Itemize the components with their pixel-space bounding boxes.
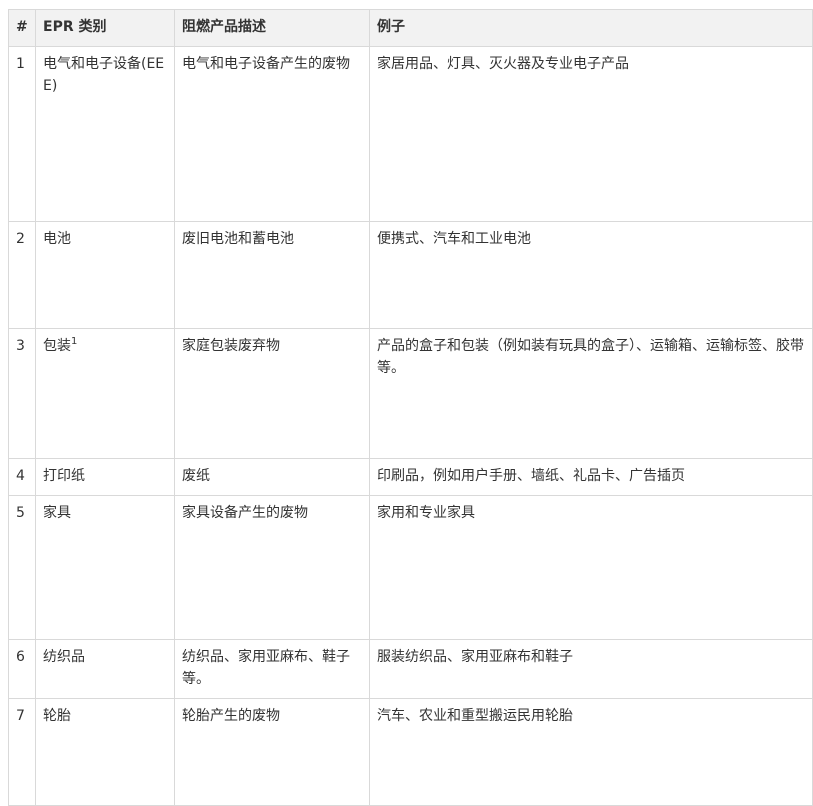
row-examples: 家用和专业家具: [369, 495, 813, 640]
row-number: 7: [8, 698, 36, 806]
table-row: 3 包装1 家庭包装废弃物 产品的盒子和包装（例如装有玩具的盒子）、运输箱、运输…: [8, 328, 813, 459]
header-epr-category: EPR 类别: [35, 9, 175, 47]
row-description: 家庭包装废弃物: [174, 328, 370, 459]
row-examples: 家居用品、灯具、灭火器及专业电子产品: [369, 46, 813, 222]
row-description: 轮胎产生的废物: [174, 698, 370, 806]
footnote-marker: 1: [71, 336, 78, 347]
row-examples: 产品的盒子和包装（例如装有玩具的盒子）、运输箱、运输标签、胶带等。: [369, 328, 813, 459]
row-examples: 汽车、农业和重型搬运民用轮胎: [369, 698, 813, 806]
row-description: 废旧电池和蓄电池: [174, 221, 370, 329]
row-category: 纺织品: [35, 639, 175, 699]
row-category: 电池: [35, 221, 175, 329]
header-examples: 例子: [369, 9, 813, 47]
row-examples: 便携式、汽车和工业电池: [369, 221, 813, 329]
row-category: 家具: [35, 495, 175, 640]
row-description: 废纸: [174, 458, 370, 496]
header-description: 阻燃产品描述: [174, 9, 370, 47]
table-row: 2 电池 废旧电池和蓄电池 便携式、汽车和工业电池: [8, 221, 813, 329]
table-row: 4 打印纸 废纸 印刷品，例如用户手册、墙纸、礼品卡、广告插页: [8, 458, 813, 496]
row-number: 6: [8, 639, 36, 699]
row-category: 电气和电子设备(EEE): [35, 46, 175, 222]
table-row: 7 轮胎 轮胎产生的废物 汽车、农业和重型搬运民用轮胎: [8, 698, 813, 806]
row-category: 包装: [43, 338, 71, 354]
row-number: 5: [8, 495, 36, 640]
row-number: 2: [8, 221, 36, 329]
row-category: 轮胎: [35, 698, 175, 806]
header-number: #: [8, 9, 36, 47]
row-category: 打印纸: [35, 458, 175, 496]
row-number: 4: [8, 458, 36, 496]
row-description: 纺织品、家用亚麻布、鞋子等。: [174, 639, 370, 699]
epr-category-table: # EPR 类别 阻燃产品描述 例子 1 电气和电子设备(EEE) 电气和电子设…: [8, 9, 813, 806]
table-row: 5 家具 家具设备产生的废物 家用和专业家具: [8, 495, 813, 640]
row-number: 3: [8, 328, 36, 459]
row-examples: 印刷品，例如用户手册、墙纸、礼品卡、广告插页: [369, 458, 813, 496]
row-description: 家具设备产生的废物: [174, 495, 370, 640]
table-header-row: # EPR 类别 阻燃产品描述 例子: [8, 9, 813, 47]
row-category-cell: 包装1: [35, 328, 175, 459]
row-examples: 服装纺织品、家用亚麻布和鞋子: [369, 639, 813, 699]
table-row: 1 电气和电子设备(EEE) 电气和电子设备产生的废物 家居用品、灯具、灭火器及…: [8, 46, 813, 222]
row-number: 1: [8, 46, 36, 222]
row-description: 电气和电子设备产生的废物: [174, 46, 370, 222]
table-row: 6 纺织品 纺织品、家用亚麻布、鞋子等。 服装纺织品、家用亚麻布和鞋子: [8, 639, 813, 699]
